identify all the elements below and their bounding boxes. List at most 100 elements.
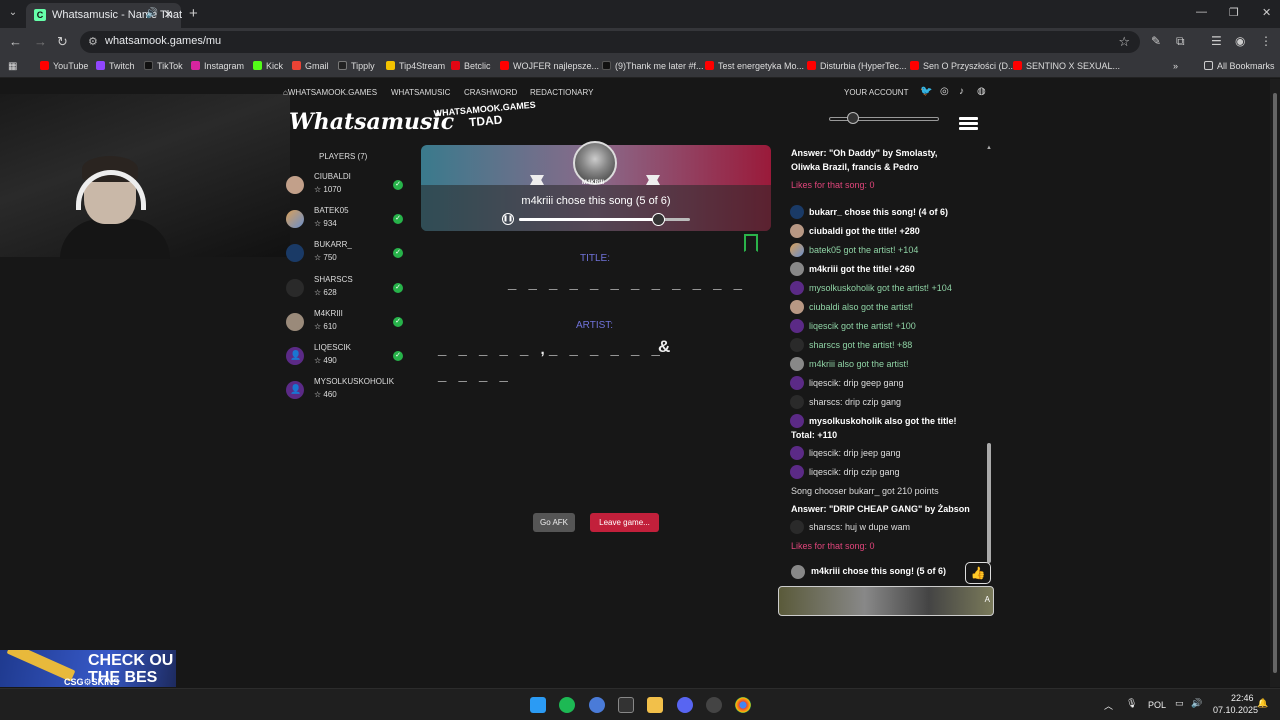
tray-overflow-icon[interactable]: ︿: [1104, 699, 1113, 712]
instagram-icon: [191, 61, 200, 70]
page-scroll-thumb[interactable]: [1273, 93, 1277, 673]
thumbs-up-icon[interactable]: 👍: [965, 562, 991, 584]
player-score-value: 460: [323, 390, 337, 400]
extensions-puzzle-icon[interactable]: ⧉: [1176, 34, 1185, 49]
microphone-icon[interactable]: 🎙: [1126, 698, 1137, 709]
epic-games-icon[interactable]: [618, 697, 634, 713]
bookmark-song-icon[interactable]: [744, 234, 758, 252]
scroll-up-icon[interactable]: ▲: [986, 145, 992, 151]
omnibox[interactable]: ⚙ whatsamook.games/mu ☆: [80, 31, 1140, 53]
bookmark-tipply[interactable]: Tipply: [338, 61, 375, 71]
volume-slider[interactable]: [829, 112, 939, 124]
player-row[interactable]: BUKARR_ ☆ 750 ✓: [286, 240, 406, 270]
discord-icon[interactable]: ◍: [977, 86, 986, 97]
bookmark-wojfer[interactable]: WOJFER najlepsze...: [500, 61, 599, 71]
bookmark-sen-o-przyszlosci[interactable]: Sen O Przyszłości (D...: [910, 61, 1016, 71]
leave-game-button[interactable]: Leave game...: [590, 513, 659, 532]
player-row[interactable]: M4KRIII ☆ 610 ✓: [286, 309, 406, 339]
chat-message-text: liqescik got the artist! +100: [809, 321, 916, 331]
ad-banner[interactable]: CHECK OU THE BES CSG⚙SKINS: [0, 650, 176, 687]
chat-scrollbar[interactable]: ▲: [985, 145, 993, 585]
bookmark-tiktok[interactable]: TikTok: [144, 61, 183, 71]
browser-tab[interactable]: C Whatsamusic - Name That 🔊 ✕: [26, 3, 182, 28]
nav-whatsamusic[interactable]: WHATSAMUSIC: [391, 88, 450, 97]
nav-whatsamook-games[interactable]: ⌂ WHATSAMOOK.GAMES: [283, 88, 377, 97]
player-name: LIQESCIK: [314, 343, 351, 352]
forward-icon[interactable]: →: [34, 34, 47, 49]
bookmark-tip4stream[interactable]: Tip4Stream: [386, 61, 445, 71]
chrome-icon[interactable]: [735, 697, 751, 713]
tab-search-icon[interactable]: ⌄: [6, 7, 20, 21]
url-text[interactable]: whatsamook.games/mu: [105, 35, 221, 47]
player-row[interactable]: BATEK05 ☆ 934 ✓: [286, 206, 406, 236]
bookmark-youtube[interactable]: YouTube: [40, 61, 88, 71]
reading-list-icon[interactable]: ☰: [1211, 34, 1222, 48]
close-window-icon[interactable]: ✕: [1262, 6, 1271, 19]
bookmark-star-icon[interactable]: ☆: [1118, 34, 1130, 50]
discord-icon[interactable]: [677, 697, 693, 713]
player-row[interactable]: SHARSCS ☆ 628 ✓: [286, 275, 406, 305]
spotify-icon[interactable]: [559, 697, 575, 713]
reload-icon[interactable]: ↻: [57, 34, 68, 50]
bookmark-gmail[interactable]: Gmail: [292, 61, 329, 71]
nav-your-account[interactable]: YOUR ACCOUNT: [844, 88, 908, 97]
tab-close-icon[interactable]: ✕: [164, 8, 173, 21]
nav-redactionary[interactable]: REDACTIONARY: [530, 88, 593, 97]
new-tab-button[interactable]: +: [189, 5, 198, 22]
minimize-icon[interactable]: —: [1196, 6, 1207, 18]
extension-icon[interactable]: ✎: [1151, 34, 1161, 48]
all-bookmarks[interactable]: All Bookmarks: [1204, 61, 1275, 71]
pause-icon[interactable]: ❚❚: [502, 213, 514, 225]
file-explorer-icon[interactable]: [647, 697, 663, 713]
star-icon: ☆: [314, 356, 324, 365]
page-scrollbar[interactable]: [1270, 79, 1280, 687]
hamburger-menu-icon[interactable]: [959, 117, 978, 131]
back-icon[interactable]: ←: [9, 34, 22, 49]
twitch-icon: [96, 61, 105, 70]
site-logo[interactable]: Whatsamusic: [289, 109, 454, 135]
network-icon[interactable]: ▭: [1175, 698, 1184, 709]
bookmark-test-energetyka[interactable]: Test energetyka Mo...: [705, 61, 804, 71]
volume-icon[interactable]: 🔊: [1191, 698, 1202, 709]
star-icon: ☆: [314, 321, 324, 331]
player-row[interactable]: LIQESCIK ☆ 490 ✓: [286, 343, 406, 373]
clock-date[interactable]: 07.10.2025: [1213, 705, 1258, 715]
youtube-icon: [705, 61, 714, 70]
bookmark-twitch[interactable]: Twitch: [96, 61, 135, 71]
restore-icon[interactable]: ❐: [1229, 6, 1239, 19]
chat-scroll-thumb[interactable]: [987, 443, 991, 563]
instagram-icon[interactable]: ◎: [940, 86, 949, 97]
tiktok-icon: [602, 61, 611, 70]
player-score: ☆ 1070: [314, 185, 341, 194]
tiktok-icon[interactable]: ♪: [959, 86, 964, 97]
clock-time[interactable]: 22:46: [1231, 693, 1254, 703]
chat-avatar: [790, 243, 804, 257]
tab-audio-icon[interactable]: 🔊: [146, 8, 158, 19]
browser-menu-icon[interactable]: ⋮: [1260, 34, 1272, 48]
apps-grid-icon[interactable]: ▦: [8, 61, 17, 72]
check-icon: ✓: [393, 282, 403, 293]
nav-crashword[interactable]: CRASHWORD: [464, 88, 517, 97]
bookmarks-overflow-icon[interactable]: »: [1173, 61, 1178, 71]
bookmark-disturbia[interactable]: Disturbia (HyperTec...: [807, 61, 907, 71]
chat-input[interactable]: A: [778, 586, 994, 616]
bookmark-betclic[interactable]: Betclic: [451, 61, 491, 71]
twitter-icon[interactable]: 🐦: [920, 86, 932, 97]
volume-knob[interactable]: [847, 112, 859, 124]
bookmark-instagram[interactable]: Instagram: [191, 61, 244, 71]
steam-icon[interactable]: [706, 697, 722, 713]
player-row[interactable]: MYSOLKUSKOHOLIK ☆ 460: [286, 377, 406, 407]
language-indicator[interactable]: POL: [1148, 700, 1166, 710]
player-row[interactable]: CIUBALDI ☆ 1070 ✓: [286, 172, 406, 202]
site-info-icon[interactable]: ⚙: [88, 35, 98, 48]
app-icon[interactable]: [589, 697, 605, 713]
go-afk-button[interactable]: Go AFK: [533, 513, 575, 532]
profile-icon[interactable]: ◉: [1235, 34, 1245, 48]
start-icon[interactable]: [530, 697, 546, 713]
players-title: PLAYERS (7): [319, 152, 368, 161]
bookmark-kick[interactable]: Kick: [253, 61, 283, 71]
notifications-icon[interactable]: 🔔: [1257, 698, 1268, 709]
bookmark-sentino[interactable]: SENTINO X SEXUAL...: [1013, 61, 1120, 71]
chat-message-text: bukarr_ chose this song! (4 of 6): [809, 207, 949, 217]
bookmark-thank-me-later[interactable]: (9)Thank me later #f...: [602, 61, 704, 71]
